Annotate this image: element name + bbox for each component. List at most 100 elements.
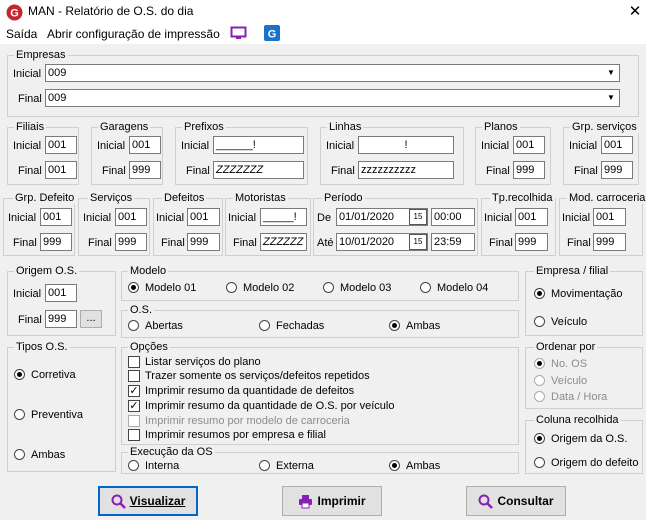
empresa-filial-veiculo-radio[interactable] (534, 316, 545, 327)
grp-defeito-legend: Grp. Defeito (13, 192, 77, 204)
grp-servicos-inicial-label: Inicial (569, 140, 598, 152)
grp-defeito-inicial-input[interactable]: 001 (40, 208, 72, 226)
empresas-inicial-select[interactable]: 009 ▼ (45, 64, 620, 82)
servicos-inicial-input[interactable]: 001 (115, 208, 147, 226)
empresa-filial-movimentacao-label: Movimentação (551, 288, 623, 300)
opcoes-resumo-defeitos-label: Imprimir resumo da quantidade de defeito… (145, 385, 355, 397)
mod-carroceria-inicial-input[interactable]: 001 (593, 208, 626, 226)
origem-os-inicial-input[interactable]: 001 (45, 284, 77, 302)
garagens-inicial-input[interactable]: 001 (129, 136, 161, 154)
origem-os-browse-button[interactable]: ... (80, 310, 102, 328)
opcoes-resumo-defeitos-checkbox[interactable]: ✓ (128, 385, 140, 397)
motoristas-inicial-input[interactable]: _____! (260, 208, 307, 226)
modelo-04-radio[interactable] (420, 282, 431, 293)
empresas-legend: Empresas (14, 49, 68, 61)
ordenar-no-os-label: No. OS (551, 358, 588, 370)
tp-recolhida-inicial-input[interactable]: 001 (515, 208, 548, 226)
mod-carroceria-inicial-label: Inicial (562, 212, 591, 224)
close-icon[interactable]: ✕ (624, 1, 646, 23)
motoristas-final-input[interactable]: ZZZZZZ (260, 233, 307, 251)
monitor-icon[interactable] (230, 26, 247, 41)
ordenar-veiculo-label: Veículo (551, 375, 588, 387)
linhas-final-input[interactable]: zzzzzzzzzz (358, 161, 454, 179)
empresas-inicial-label: Inicial (13, 68, 42, 80)
os-abertas-radio[interactable] (128, 320, 139, 331)
planos-final-input[interactable]: 999 (513, 161, 545, 179)
tp-recolhida-final-input[interactable]: 999 (515, 233, 548, 251)
ordenar-data-hora-label: Data / Hora (551, 391, 608, 403)
grp-defeito-final-input[interactable]: 999 (40, 233, 72, 251)
servicos-final-input[interactable]: 999 (115, 233, 147, 251)
linhas-inicial-input[interactable]: ! (358, 136, 454, 154)
garagens-final-label: Final (102, 165, 126, 177)
opcoes-legend: Opções (128, 341, 170, 353)
garagens-final-input[interactable]: 999 (129, 161, 161, 179)
modelo-03-radio[interactable] (323, 282, 334, 293)
opcoes-listar-servicos-label: Listar serviços do plano (145, 356, 261, 368)
chevron-down-icon[interactable]: ▼ (604, 91, 618, 105)
opcoes-repetidos-checkbox[interactable] (128, 370, 140, 382)
tipos-os-preventiva-label: Preventiva (31, 409, 83, 421)
servicos-inicial-label: Inicial (83, 212, 112, 224)
opcoes-resumo-os-veiculo-checkbox[interactable]: ✓ (128, 400, 140, 412)
defeitos-inicial-input[interactable]: 001 (187, 208, 220, 226)
tp-recolhida-legend: Tp.recolhida (490, 192, 555, 204)
filiais-inicial-input[interactable]: 001 (45, 136, 77, 154)
coluna-origem-defeito-radio[interactable] (534, 457, 545, 468)
visualizar-button[interactable]: Visualizar (98, 486, 198, 516)
opcoes-listar-servicos-checkbox[interactable] (128, 356, 140, 368)
consultar-button[interactable]: Consultar (466, 486, 566, 516)
empresas-final-label: Final (18, 93, 42, 105)
modelo-01-radio[interactable] (128, 282, 139, 293)
execucao-externa-radio[interactable] (259, 460, 270, 471)
servicos-legend: Serviços (88, 192, 135, 204)
imprimir-button-label: Imprimir (317, 494, 366, 508)
menu-exit[interactable]: Saída (6, 27, 37, 41)
execucao-interna-radio[interactable] (128, 460, 139, 471)
garagens-inicial-label: Inicial (97, 140, 126, 152)
tipos-os-corretiva-label: Corretiva (31, 369, 76, 381)
os-ambas-radio[interactable] (389, 320, 400, 331)
tipos-os-corretiva-radio[interactable] (14, 369, 25, 380)
modelo-02-radio[interactable] (226, 282, 237, 293)
os-fechadas-radio[interactable] (259, 320, 270, 331)
chevron-down-icon[interactable]: ▼ (604, 66, 618, 80)
menu-print-config[interactable]: Abrir configuração de impressão (47, 27, 220, 41)
ordenar-legend: Ordenar por (534, 341, 598, 353)
motoristas-inicial-label: Inicial (228, 212, 257, 224)
prefixos-inicial-input[interactable]: ______! (213, 136, 304, 154)
tipos-os-preventiva-radio[interactable] (14, 409, 25, 420)
calendar-icon[interactable]: 15 (409, 209, 427, 225)
modelo-03-label: Modelo 03 (340, 282, 392, 294)
os-legend: O.S. (128, 304, 155, 316)
empresa-filial-veiculo-label: Veículo (551, 316, 588, 328)
planos-inicial-input[interactable]: 001 (513, 136, 545, 154)
empresa-filial-movimentacao-radio[interactable] (534, 288, 545, 299)
grp-servicos-inicial-input[interactable]: 001 (601, 136, 633, 154)
tp-recolhida-final-label: Final (489, 237, 513, 249)
periodo-ate-time-input[interactable]: 23:59 (431, 233, 475, 251)
coluna-origem-os-label: Origem da O.S. (551, 433, 628, 445)
magnifier-icon (111, 494, 126, 509)
periodo-de-time-input[interactable]: 00:00 (431, 208, 475, 226)
tipos-os-ambas-radio[interactable] (14, 449, 25, 460)
periodo-legend: Período (322, 192, 365, 204)
coluna-origem-os-radio[interactable] (534, 433, 545, 444)
prefixos-final-input[interactable]: ZZZZZZZ (213, 161, 304, 179)
planos-final-label: Final (486, 165, 510, 177)
ordenar-data-hora-radio (534, 391, 545, 402)
filiais-final-input[interactable]: 001 (45, 161, 77, 179)
empresas-final-select[interactable]: 009 ▼ (45, 89, 620, 107)
planos-inicial-label: Inicial (481, 140, 510, 152)
imprimir-button[interactable]: Imprimir (282, 486, 382, 516)
execucao-ambas-radio[interactable] (389, 460, 400, 471)
defeitos-final-input[interactable]: 999 (187, 233, 220, 251)
mod-carroceria-final-input[interactable]: 999 (593, 233, 626, 251)
grp-servicos-final-input[interactable]: 999 (601, 161, 633, 179)
motoristas-legend: Motoristas (233, 192, 288, 204)
calendar-icon[interactable]: 15 (409, 234, 427, 250)
origem-os-final-input[interactable]: 999 (45, 310, 77, 328)
opcoes-resumo-empresa-filial-checkbox[interactable] (128, 429, 140, 441)
linhas-inicial-label: Inicial (326, 140, 355, 152)
globus-app-icon[interactable]: G (264, 25, 280, 41)
